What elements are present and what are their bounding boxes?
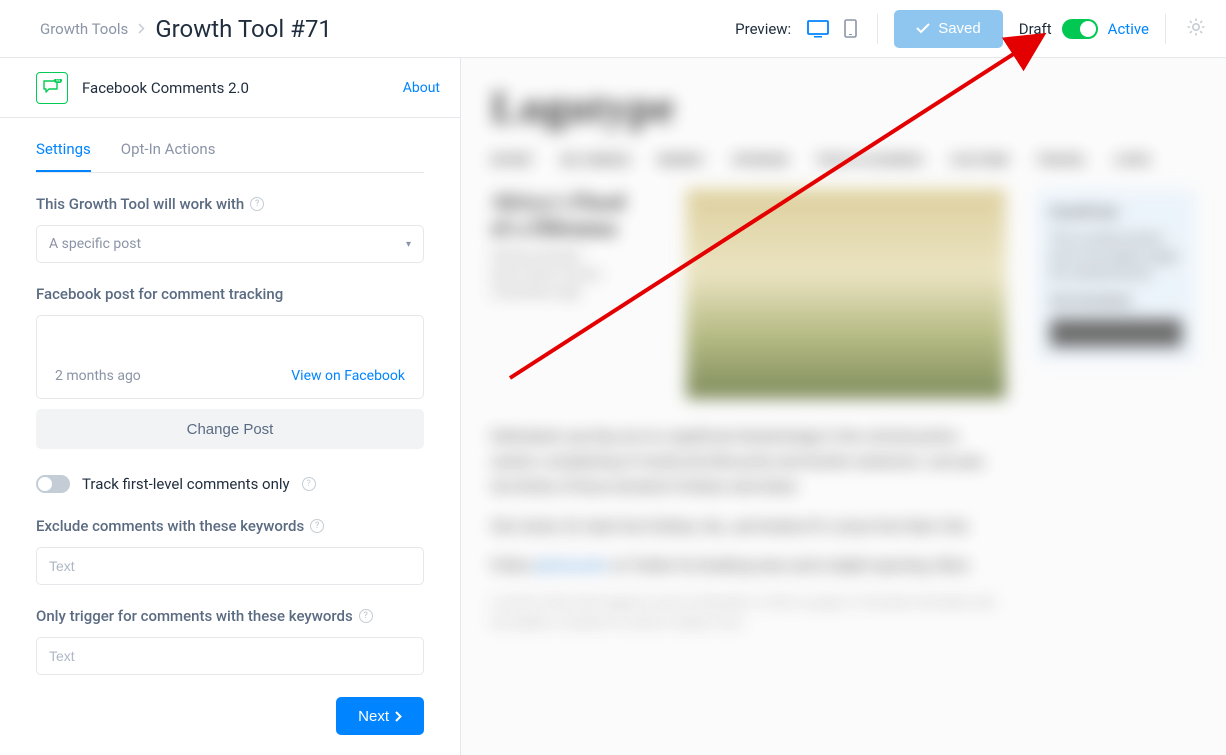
track-first-level-toggle[interactable] [36,475,70,493]
change-post-button[interactable]: Change Post [36,409,424,449]
preview-pane: Logotype SPORTBU SINESSMONEYOPINIONTECH … [461,58,1226,755]
divider [1165,14,1166,44]
exclude-keywords-label: Exclude comments with these keywords ? [36,517,424,535]
tab-settings[interactable]: Settings [36,140,91,172]
help-icon[interactable]: ? [302,477,316,491]
breadcrumb-parent[interactable]: Growth Tools [40,20,128,38]
only-trigger-label: Only trigger for comments with these key… [36,607,424,625]
breadcrumb: Growth Tools Growth Tool #71 [40,15,332,43]
svg-text:99: 99 [56,79,61,83]
next-button[interactable]: Next [336,697,424,735]
tool-name: Facebook Comments 2.0 [82,79,389,97]
chevron-right-icon [395,711,402,722]
divider [877,14,878,44]
tool-header: 99 Facebook Comments 2.0 About [0,58,460,118]
about-link[interactable]: About [403,80,440,96]
work-with-label: This Growth Tool will work with ? [36,195,424,213]
track-first-level-label: Track first-level comments only [82,475,290,493]
saved-button-label: Saved [938,20,981,37]
top-bar: Growth Tools Growth Tool #71 Preview: Sa… [0,0,1226,58]
select-value: A specific post [49,236,141,252]
mobile-preview-icon[interactable] [839,20,861,38]
chevron-down-icon: ▾ [406,239,411,250]
post-tracking-label: Facebook post for comment tracking [36,285,424,303]
exclude-keywords-input[interactable] [36,547,424,585]
help-icon[interactable]: ? [359,609,373,623]
post-preview [37,316,423,354]
tab-optin-actions[interactable]: Opt-In Actions [121,140,216,172]
check-icon [916,23,930,34]
desktop-preview-icon[interactable] [807,20,829,38]
tabs: Settings Opt-In Actions [0,118,460,172]
blurred-preview: Logotype SPORTBU SINESSMONEYOPINIONTECH … [461,58,1226,755]
post-timestamp: 2 months ago [55,368,141,384]
draft-label: Draft [1019,20,1052,38]
comment-icon: 99 [36,72,68,104]
status-toggle[interactable] [1062,19,1098,39]
active-label: Active [1108,20,1149,38]
gear-icon[interactable] [1186,17,1206,41]
work-with-select[interactable]: A specific post ▾ [36,225,424,263]
settings-form: This Growth Tool will work with ? A spec… [0,173,460,755]
next-button-label: Next [358,708,389,725]
only-trigger-input[interactable] [36,637,424,675]
settings-sidebar: 99 Facebook Comments 2.0 About Settings … [0,58,461,755]
chevron-right-icon [138,19,145,38]
page-title: Growth Tool #71 [155,15,332,43]
preview-label: Preview: [735,20,791,38]
saved-button[interactable]: Saved [894,10,1003,48]
help-icon[interactable]: ? [250,197,264,211]
view-on-facebook-link[interactable]: View on Facebook [291,368,405,384]
help-icon[interactable]: ? [310,519,324,533]
post-card: 2 months ago View on Facebook [36,315,424,399]
